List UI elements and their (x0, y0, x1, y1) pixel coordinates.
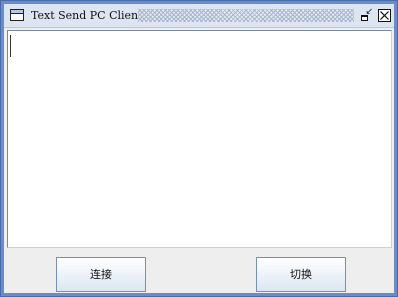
app-window: Text Send PC Client ↙ 连接 切换 (0, 0, 398, 297)
arrow-icon: ↙ (365, 7, 373, 17)
connect-button[interactable]: 连接 (56, 257, 146, 292)
close-button[interactable] (378, 9, 391, 22)
text-caret (10, 35, 11, 57)
content-panel: 连接 切换 (4, 28, 394, 293)
title-bar[interactable]: Text Send PC Client ↙ (4, 4, 394, 28)
switch-button[interactable]: 切换 (256, 257, 346, 292)
window-title: Text Send PC Client (31, 9, 143, 22)
message-text-area[interactable] (7, 30, 392, 248)
restore-button[interactable]: ↙ (360, 7, 373, 22)
close-icon (380, 11, 389, 20)
window-icon (10, 9, 24, 21)
title-bar-grip (138, 9, 354, 22)
